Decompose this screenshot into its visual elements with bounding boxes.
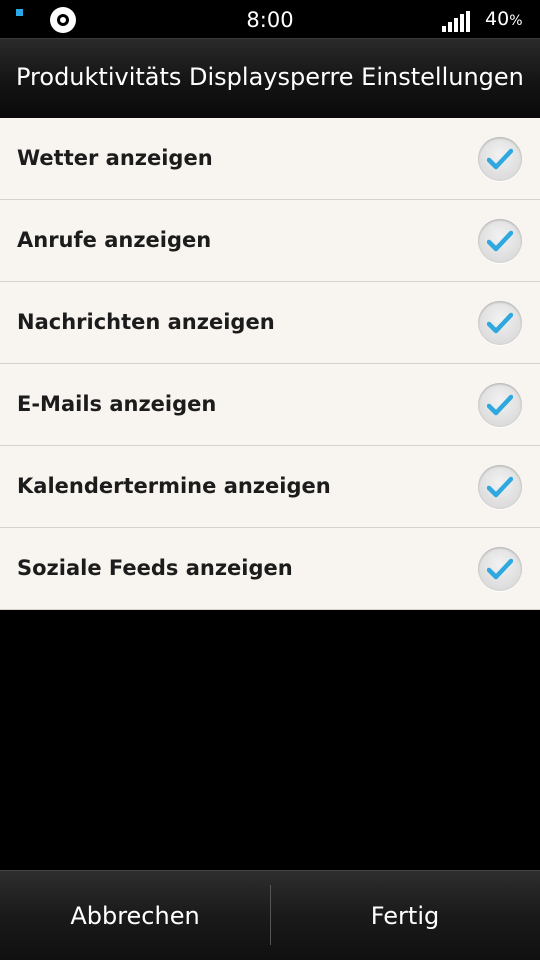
setting-label: Wetter anzeigen [17,146,213,170]
settings-list: Wetter anzeigen Anrufe anzeigen Nachrich… [0,118,540,610]
title-bar: Produktivitäts Displaysperre Einstellung… [0,38,540,118]
setting-label: Kalendertermine anzeigen [17,474,331,498]
checkmark-icon [487,394,513,416]
checkbox-checked[interactable] [478,219,522,263]
checkmark-icon [487,476,513,498]
checkmark-icon [487,148,513,170]
battery-percent: 40 [485,8,510,30]
setting-row-messages[interactable]: Nachrichten anzeigen [0,282,540,364]
bottom-button-bar: Abbrechen Fertig [0,870,540,960]
setting-label: Nachrichten anzeigen [17,310,275,334]
setting-row-calendar[interactable]: Kalendertermine anzeigen [0,446,540,528]
battery-indicator: 40% [485,8,523,30]
screen: 8:00 40% Produktivitäts Displaysperre Ei… [0,0,540,960]
setting-row-social-feeds[interactable]: Soziale Feeds anzeigen [0,528,540,610]
checkbox-checked[interactable] [478,137,522,181]
setting-label: Soziale Feeds anzeigen [17,556,293,580]
setting-label: Anrufe anzeigen [17,228,212,252]
done-button[interactable]: Fertig [270,871,540,960]
setting-row-calls[interactable]: Anrufe anzeigen [0,200,540,282]
setting-row-weather[interactable]: Wetter anzeigen [0,118,540,200]
setting-label: E-Mails anzeigen [17,392,217,416]
cancel-button[interactable]: Abbrechen [0,871,270,960]
checkmark-icon [487,312,513,334]
checkbox-checked[interactable] [478,383,522,427]
signal-icon [442,11,472,32]
checkmark-icon [487,230,513,252]
battery-unit: % [509,13,523,29]
checkmark-icon [487,558,513,580]
checkbox-checked[interactable] [478,301,522,345]
status-bar: 8:00 40% [0,0,540,38]
checkbox-checked[interactable] [478,547,522,591]
setting-row-emails[interactable]: E-Mails anzeigen [0,364,540,446]
checkbox-checked[interactable] [478,465,522,509]
page-title: Produktivitäts Displaysperre Einstellung… [16,63,524,91]
